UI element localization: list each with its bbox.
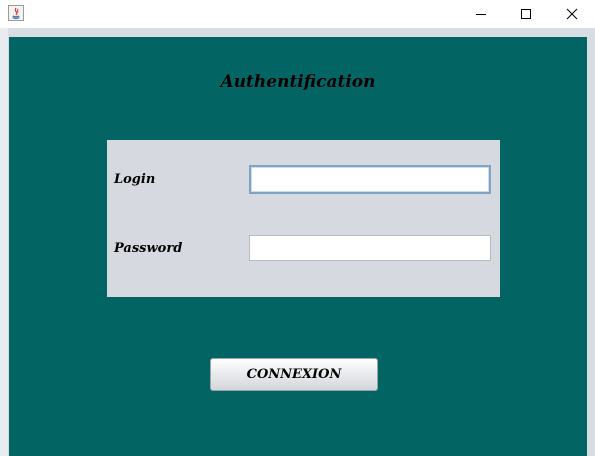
- maximize-icon: [521, 9, 531, 19]
- connexion-button[interactable]: CONNEXION: [210, 358, 378, 391]
- login-input[interactable]: [249, 165, 491, 194]
- login-label: Login: [114, 172, 156, 187]
- close-icon: [566, 8, 578, 20]
- close-button[interactable]: [549, 0, 595, 28]
- login-content-pane: Authentification Login Password CONNEXIO…: [9, 37, 587, 456]
- maximize-button[interactable]: [503, 0, 549, 28]
- page-title: Authentification: [220, 72, 376, 92]
- login-form-panel: Login Password: [107, 140, 500, 297]
- minimize-button[interactable]: [458, 0, 504, 28]
- title-bar[interactable]: [0, 0, 595, 28]
- app-window: Authentification Login Password CONNEXIO…: [0, 0, 595, 456]
- password-label: Password: [114, 241, 183, 256]
- minimize-icon: [476, 14, 486, 15]
- java-app-icon: [8, 5, 24, 21]
- password-input[interactable]: [249, 235, 491, 261]
- window-left-edge: [0, 28, 8, 456]
